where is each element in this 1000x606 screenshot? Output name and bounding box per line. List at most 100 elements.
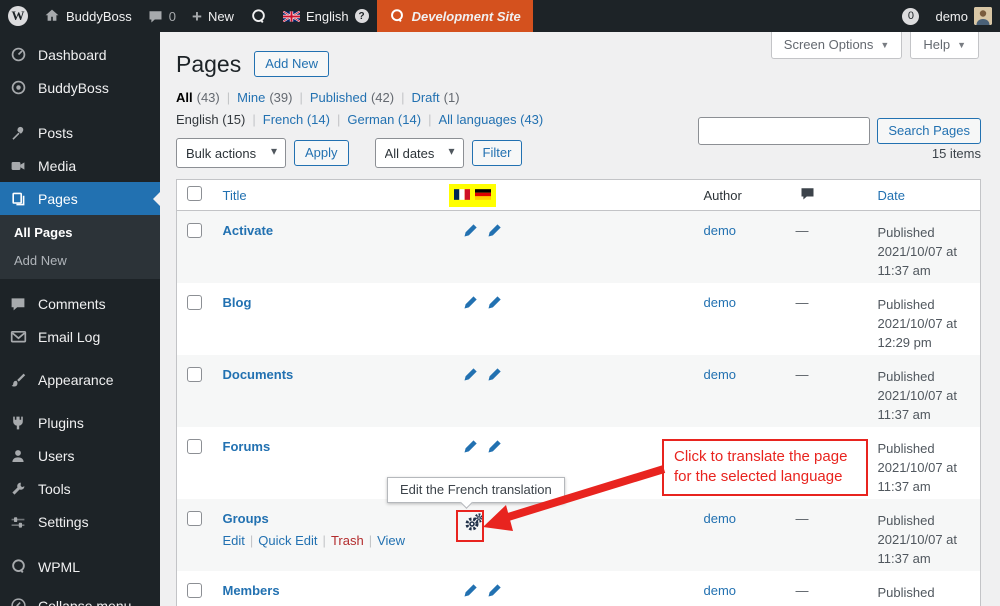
filter-count: (43) [197, 90, 220, 105]
sidebar-item-plugins[interactable]: Plugins [0, 406, 160, 439]
wrench-icon [8, 481, 28, 497]
author-link[interactable]: demo [704, 511, 737, 526]
pushpin-icon [8, 125, 28, 141]
edit-german-translation-icon[interactable] [487, 223, 502, 238]
wp-logo-menu[interactable]: W [0, 0, 36, 32]
apply-button[interactable]: Apply [294, 140, 349, 166]
filter-draft[interactable]: Draft [411, 90, 439, 105]
update-badge[interactable]: 0 [894, 0, 927, 32]
author-link[interactable]: demo [704, 223, 737, 238]
sidebar-item-tools[interactable]: Tools [0, 472, 160, 505]
language-filter-english[interactable]: English (15) [176, 112, 245, 127]
dev-site-label: Development Site [412, 9, 521, 24]
sidebar-item-users[interactable]: Users [0, 439, 160, 472]
page-title-link[interactable]: Groups [223, 511, 269, 526]
sidebar-item-email-log[interactable]: Email Log [0, 320, 160, 353]
edit-german-translation-icon[interactable] [487, 367, 502, 382]
row-checkbox[interactable] [187, 583, 202, 598]
row-checkbox[interactable] [187, 511, 202, 526]
edit-french-translation-icon[interactable] [463, 367, 478, 382]
comments-dash: — [791, 583, 809, 598]
new-content-menu[interactable]: + New [184, 0, 242, 32]
sidebar-item-pages[interactable]: Pages [0, 182, 160, 215]
page-title-link[interactable]: Activate [223, 223, 274, 238]
site-name-menu[interactable]: BuddyBoss [36, 0, 140, 32]
user-icon [8, 448, 28, 464]
row-checkbox[interactable] [187, 223, 202, 238]
row-checkbox[interactable] [187, 295, 202, 310]
translation-in-progress-gear-icon[interactable] [463, 511, 487, 533]
column-title-sort[interactable]: Title [223, 188, 247, 203]
menu-separator [0, 279, 160, 287]
edit-german-translation-icon[interactable] [496, 514, 511, 529]
trash-action[interactable]: Trash [331, 533, 364, 548]
sidebar-item-posts[interactable]: Posts [0, 116, 160, 149]
language-switcher-menu[interactable]: English ? [275, 0, 377, 32]
column-date-sort[interactable]: Date [878, 188, 905, 203]
edit-french-translation-icon[interactable] [463, 583, 478, 598]
language-filter-german[interactable]: German (14) [347, 112, 421, 127]
author-link[interactable]: demo [704, 583, 737, 598]
quick-edit-action[interactable]: Quick Edit [258, 533, 317, 548]
view-action[interactable]: View [377, 533, 405, 548]
annotation-callout: Click to translate the page for the sele… [662, 439, 868, 496]
table-row: Groups Edit|Quick Edit|Trash|View [177, 499, 981, 571]
filter-all[interactable]: All [176, 90, 193, 105]
sidebar-item-buddyboss[interactable]: BuddyBoss [0, 71, 160, 104]
filter-mine[interactable]: Mine [237, 90, 265, 105]
edit-french-translation-icon[interactable] [463, 295, 478, 310]
screen-options-button[interactable]: Screen Options ▼ [771, 32, 903, 59]
sidebar-item-appearance[interactable]: Appearance [0, 363, 160, 396]
sidebar-item-label: Pages [38, 191, 78, 207]
submenu-add-new[interactable]: Add New [0, 247, 160, 275]
page-title-link[interactable]: Documents [223, 367, 294, 382]
edit-french-translation-icon[interactable] [463, 223, 478, 238]
status-filter-bar: All(43) Mine(39) Published(42) Draft(1) [176, 90, 981, 105]
author-link[interactable]: demo [704, 367, 737, 382]
edit-action[interactable]: Edit [223, 533, 245, 548]
translation-tooltip: Edit the French translation [387, 477, 565, 503]
sidebar-item-comments[interactable]: Comments [0, 287, 160, 320]
sidebar-item-settings[interactable]: Settings [0, 505, 160, 538]
edit-german-translation-icon[interactable] [487, 295, 502, 310]
page-title-link[interactable]: Members [223, 583, 280, 598]
development-site-menu[interactable]: Development Site [377, 0, 533, 32]
language-filter-all[interactable]: All languages (43) [438, 112, 543, 127]
row-checkbox[interactable] [187, 439, 202, 454]
search-input[interactable] [698, 117, 870, 145]
dates-select[interactable]: All dates [375, 138, 464, 168]
bulk-actions-select[interactable]: Bulk actions [176, 138, 286, 168]
envelope-icon [8, 328, 28, 345]
edit-french-translation-icon[interactable] [463, 439, 478, 454]
author-link[interactable]: demo [704, 295, 737, 310]
add-new-button[interactable]: Add New [254, 51, 329, 77]
edit-german-translation-icon[interactable] [487, 583, 502, 598]
page-title-link[interactable]: Forums [223, 439, 271, 454]
row-checkbox[interactable] [187, 367, 202, 382]
date-cell: Published2021/10/07 at11:37 am [861, 211, 981, 283]
sidebar-item-media[interactable]: Media [0, 149, 160, 182]
help-button[interactable]: Help ▼ [910, 32, 979, 59]
language-filter-french[interactable]: French (14) [263, 112, 330, 127]
wpml-menu[interactable] [242, 0, 275, 32]
sidebar-item-wpml[interactable]: WPML [0, 550, 160, 583]
page-title-link[interactable]: Blog [223, 295, 252, 310]
edit-german-translation-icon[interactable] [487, 439, 502, 454]
search-pages-button[interactable]: Search Pages [877, 118, 981, 144]
french-flag-icon [454, 188, 470, 203]
collapse-menu-button[interactable]: Collapse menu [0, 589, 160, 606]
submenu-all-pages[interactable]: All Pages [0, 219, 160, 247]
home-icon [44, 8, 60, 24]
select-all-checkbox[interactable] [187, 186, 202, 201]
comments-menu[interactable]: 0 [140, 0, 184, 32]
filter-button[interactable]: Filter [472, 140, 523, 166]
my-account-menu[interactable]: demo [927, 0, 1000, 32]
filter-published[interactable]: Published [310, 90, 367, 105]
wordpress-admin-screen: W BuddyBoss 0 + New English [0, 0, 1000, 606]
filter-count: (39) [269, 90, 292, 105]
page-title: Pages [176, 50, 241, 78]
table-row: Blog demo — Published2021/10/07 at12:29 … [177, 283, 981, 355]
menu-separator [0, 396, 160, 406]
sidebar-item-label: WPML [38, 559, 80, 575]
sidebar-item-dashboard[interactable]: Dashboard [0, 38, 160, 71]
